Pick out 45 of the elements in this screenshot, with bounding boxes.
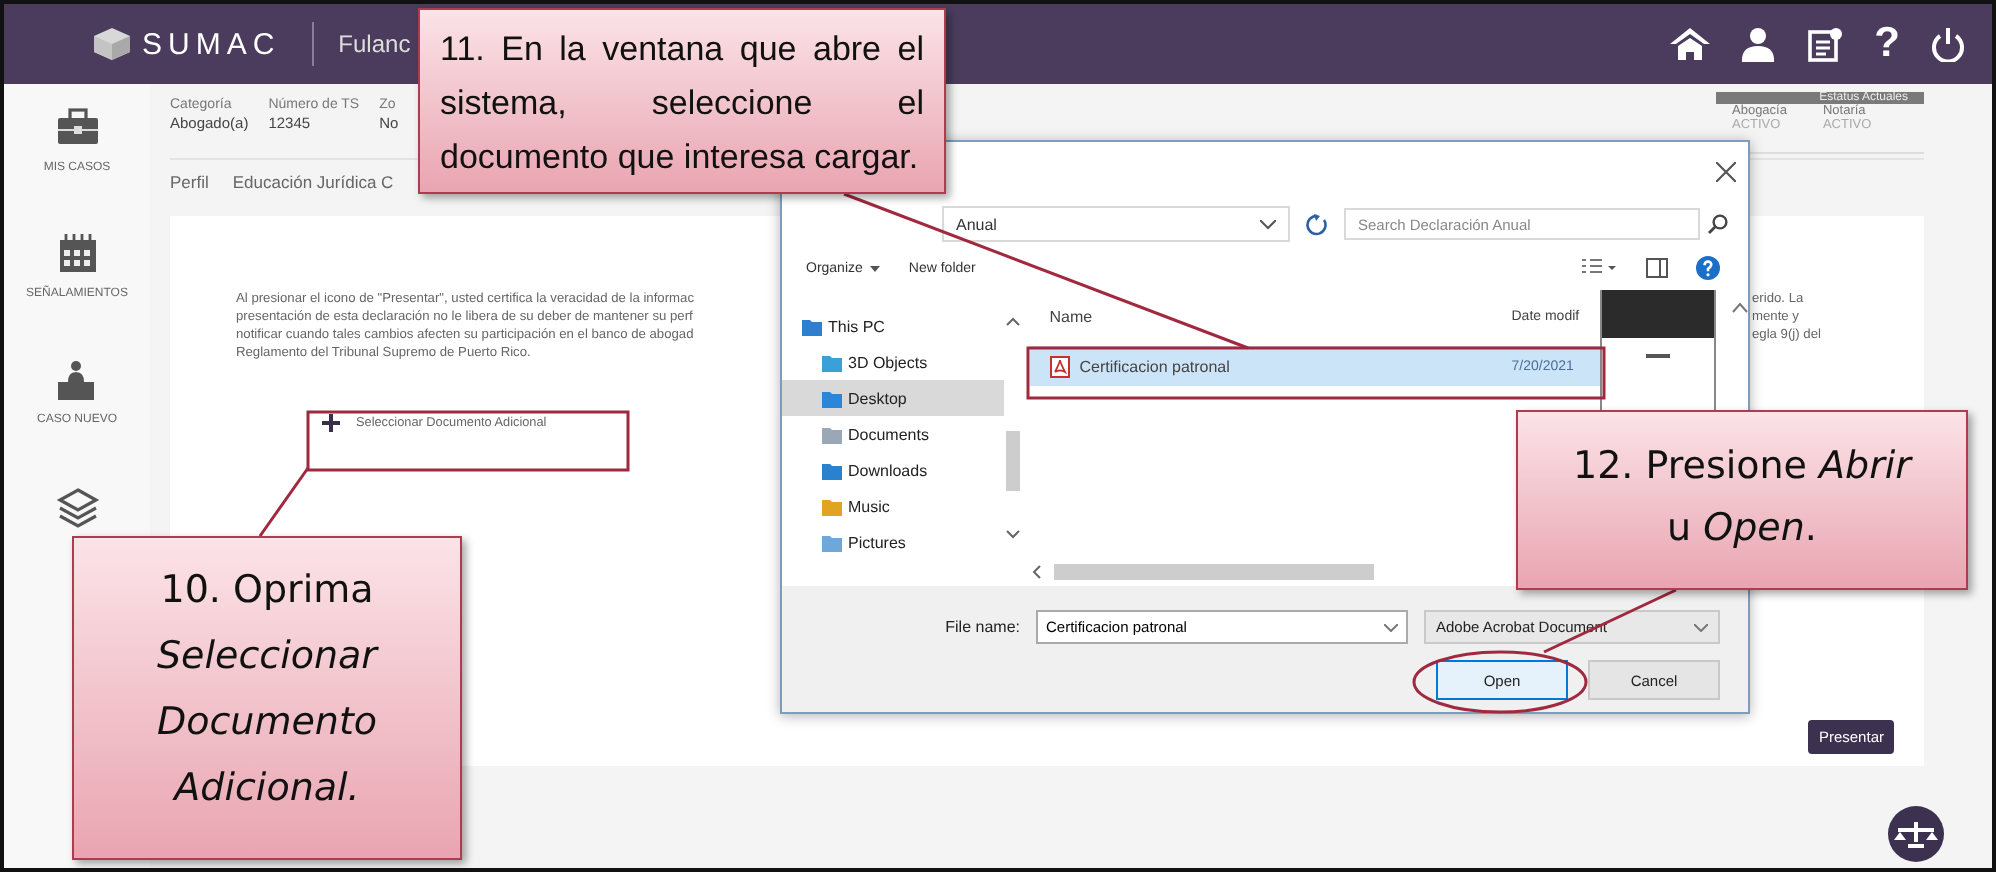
document-icon[interactable] bbox=[1806, 26, 1847, 62]
help-icon[interactable] bbox=[1696, 256, 1720, 280]
app-logo: SUMAC bbox=[142, 27, 281, 61]
plus-icon bbox=[322, 414, 340, 432]
user-icon[interactable] bbox=[1738, 26, 1779, 62]
nav-item[interactable]: Documents bbox=[782, 416, 1004, 452]
file-name-label: File name: bbox=[945, 618, 1020, 636]
pdf-file-icon bbox=[1049, 355, 1070, 377]
preview-pane-icon[interactable] bbox=[1646, 258, 1668, 278]
callout-note: 10. Oprima Seleccionar Documento Adicional. bbox=[72, 536, 462, 860]
nav-item[interactable]: Music bbox=[782, 488, 1004, 524]
address-bar[interactable]: Anual bbox=[942, 206, 1290, 242]
calendar-icon[interactable] bbox=[55, 234, 99, 276]
chevron-down-icon bbox=[1694, 623, 1708, 631]
callout-note: 12. Presione Abrir u Open. bbox=[1516, 410, 1968, 590]
tab[interactable]: Perfil bbox=[170, 172, 209, 192]
nav-item[interactable]: 3D Objects bbox=[782, 344, 1004, 380]
layers-icon[interactable] bbox=[55, 486, 99, 528]
scroll-up-icon[interactable] bbox=[1732, 302, 1748, 314]
nav-item[interactable]: Pictures bbox=[782, 524, 1004, 560]
search-icon bbox=[1708, 214, 1728, 234]
nav-item[interactable]: Downloads bbox=[782, 452, 1004, 488]
preview-header bbox=[1602, 290, 1715, 338]
caret-icon bbox=[870, 265, 881, 271]
cube-logo-icon bbox=[94, 28, 130, 60]
view-options-icon[interactable] bbox=[1582, 258, 1618, 278]
column-header[interactable]: Name bbox=[1029, 307, 1512, 325]
power-icon[interactable] bbox=[1928, 26, 1968, 62]
close-icon[interactable] bbox=[1716, 162, 1736, 182]
refresh-icon[interactable] bbox=[1306, 213, 1328, 235]
callout-note: 11. En la ventana que abre el sistema, seleccione el documento que interesa cargar. bbox=[418, 8, 946, 194]
help-icon[interactable]: ? bbox=[1874, 24, 1900, 64]
briefcase-icon[interactable] bbox=[55, 108, 99, 150]
home-icon[interactable] bbox=[1670, 26, 1711, 62]
chevron-down-icon bbox=[1384, 623, 1398, 631]
leader-line bbox=[1543, 588, 1677, 654]
balance-scale-button[interactable] bbox=[1888, 806, 1944, 862]
tab[interactable]: Educación Jurídica C bbox=[232, 172, 394, 192]
nav-item[interactable]: Desktop bbox=[782, 380, 1004, 416]
file-name: Certificacion patronal bbox=[1079, 357, 1230, 375]
chevron-down-icon bbox=[1260, 219, 1276, 229]
nav-item[interactable]: This PC bbox=[782, 308, 1004, 344]
user-name: Fulanc bbox=[338, 30, 411, 58]
person-at-desk-icon[interactable] bbox=[54, 360, 99, 402]
leader-line bbox=[258, 467, 310, 537]
